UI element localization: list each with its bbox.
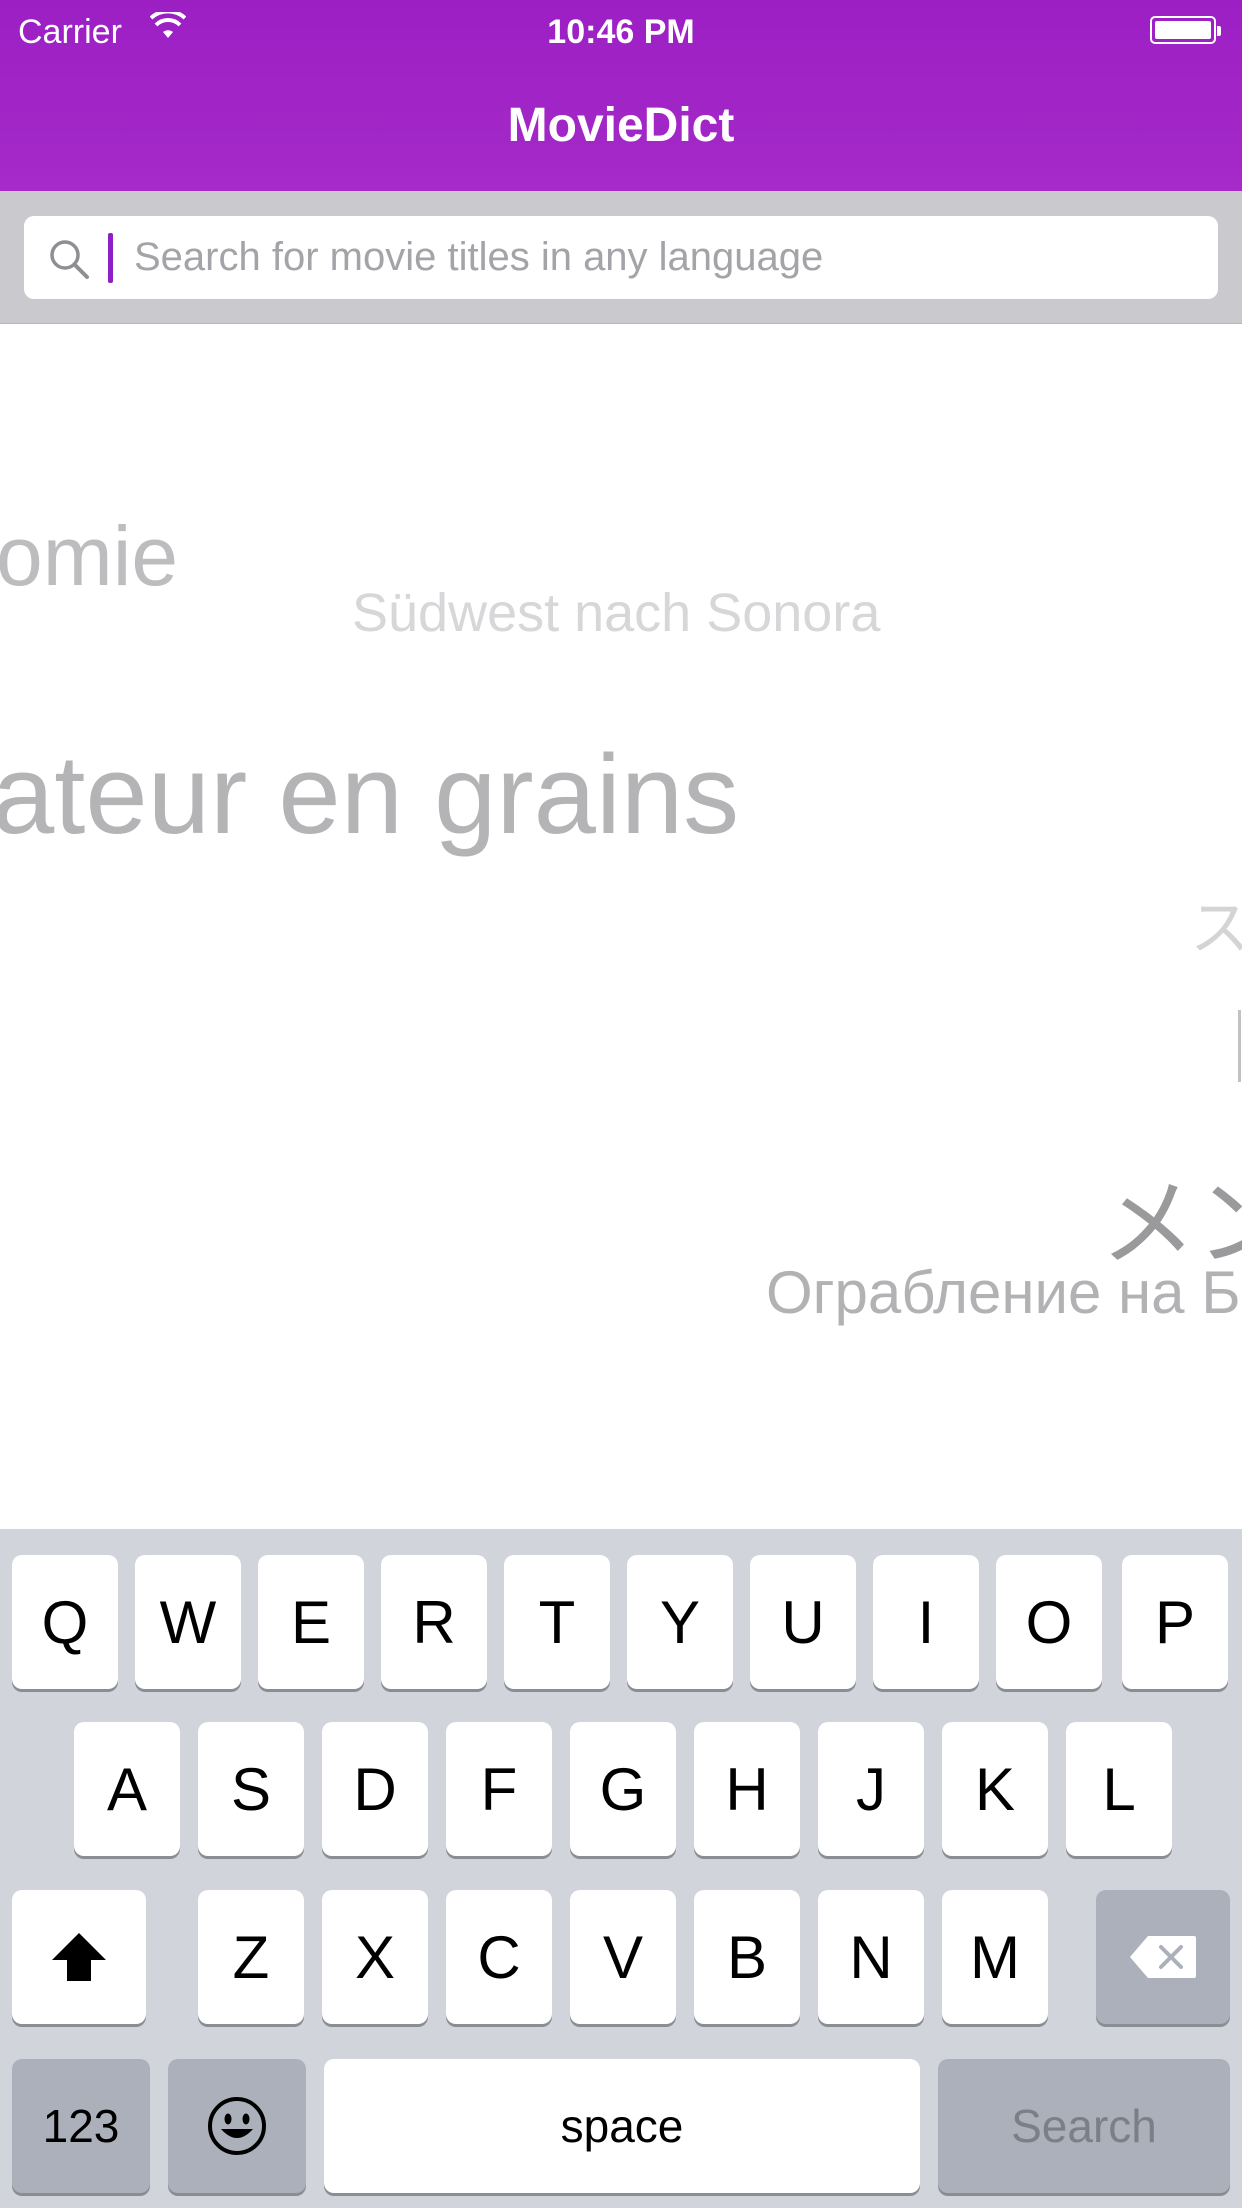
floating-title[interactable]: ス bbox=[1190, 880, 1242, 967]
key-q[interactable]: Q bbox=[12, 1555, 118, 1689]
key-j[interactable]: J bbox=[818, 1722, 924, 1856]
title-cloud: omie Südwest nach Sonora ateur en grains… bbox=[0, 324, 1242, 1529]
key-k[interactable]: K bbox=[942, 1722, 1048, 1856]
key-m[interactable]: M bbox=[942, 1890, 1048, 2024]
emoji-key[interactable] bbox=[168, 2059, 306, 2193]
floating-title[interactable]: ateur en grains bbox=[0, 730, 739, 859]
key-g[interactable]: G bbox=[570, 1722, 676, 1856]
search-icon bbox=[50, 240, 89, 279]
status-time: 10:46 PM bbox=[547, 13, 695, 51]
text-cursor bbox=[108, 233, 113, 283]
keyboard: Q W E R T Y U I O P A S D F G H J K L Z … bbox=[0, 1529, 1242, 2208]
floating-title[interactable]: Ограбление на Б bbox=[766, 1258, 1241, 1327]
navigation-bar: Carrier 10:46 PM MovieDict bbox=[0, 0, 1242, 191]
space-key[interactable]: space bbox=[324, 2059, 920, 2193]
key-u[interactable]: U bbox=[750, 1555, 856, 1689]
title-fragment bbox=[1238, 1010, 1241, 1082]
key-h[interactable]: H bbox=[694, 1722, 800, 1856]
key-r[interactable]: R bbox=[381, 1555, 487, 1689]
search-key[interactable]: Search bbox=[938, 2059, 1230, 2193]
key-d[interactable]: D bbox=[322, 1722, 428, 1856]
emoji-icon bbox=[208, 2097, 266, 2155]
key-l[interactable]: L bbox=[1066, 1722, 1172, 1856]
key-x[interactable]: X bbox=[322, 1890, 428, 2024]
page-title: MovieDict bbox=[507, 99, 735, 152]
search-input[interactable] bbox=[134, 216, 1194, 299]
key-w[interactable]: W bbox=[135, 1555, 241, 1689]
floating-title[interactable]: omie bbox=[0, 508, 178, 605]
floating-title[interactable]: Südwest nach Sonora bbox=[352, 582, 880, 644]
key-s[interactable]: S bbox=[198, 1722, 304, 1856]
key-i[interactable]: I bbox=[873, 1555, 979, 1689]
key-z[interactable]: Z bbox=[198, 1890, 304, 2024]
shift-key[interactable] bbox=[12, 1890, 146, 2024]
key-a[interactable]: A bbox=[74, 1722, 180, 1856]
search-bar bbox=[0, 191, 1242, 324]
key-n[interactable]: N bbox=[818, 1890, 924, 2024]
shift-icon bbox=[52, 1933, 106, 1981]
key-f[interactable]: F bbox=[446, 1722, 552, 1856]
key-v[interactable]: V bbox=[570, 1890, 676, 2024]
search-field[interactable] bbox=[24, 216, 1218, 299]
key-c[interactable]: C bbox=[446, 1890, 552, 2024]
key-y[interactable]: Y bbox=[627, 1555, 733, 1689]
key-b[interactable]: B bbox=[694, 1890, 800, 2024]
key-e[interactable]: E bbox=[258, 1555, 364, 1689]
key-o[interactable]: O bbox=[996, 1555, 1102, 1689]
delete-key[interactable] bbox=[1096, 1890, 1230, 2024]
key-p[interactable]: P bbox=[1122, 1555, 1228, 1689]
numbers-key[interactable]: 123 bbox=[12, 2059, 150, 2193]
key-t[interactable]: T bbox=[504, 1555, 610, 1689]
delete-icon bbox=[1130, 1936, 1196, 1978]
battery-icon bbox=[1150, 16, 1221, 44]
